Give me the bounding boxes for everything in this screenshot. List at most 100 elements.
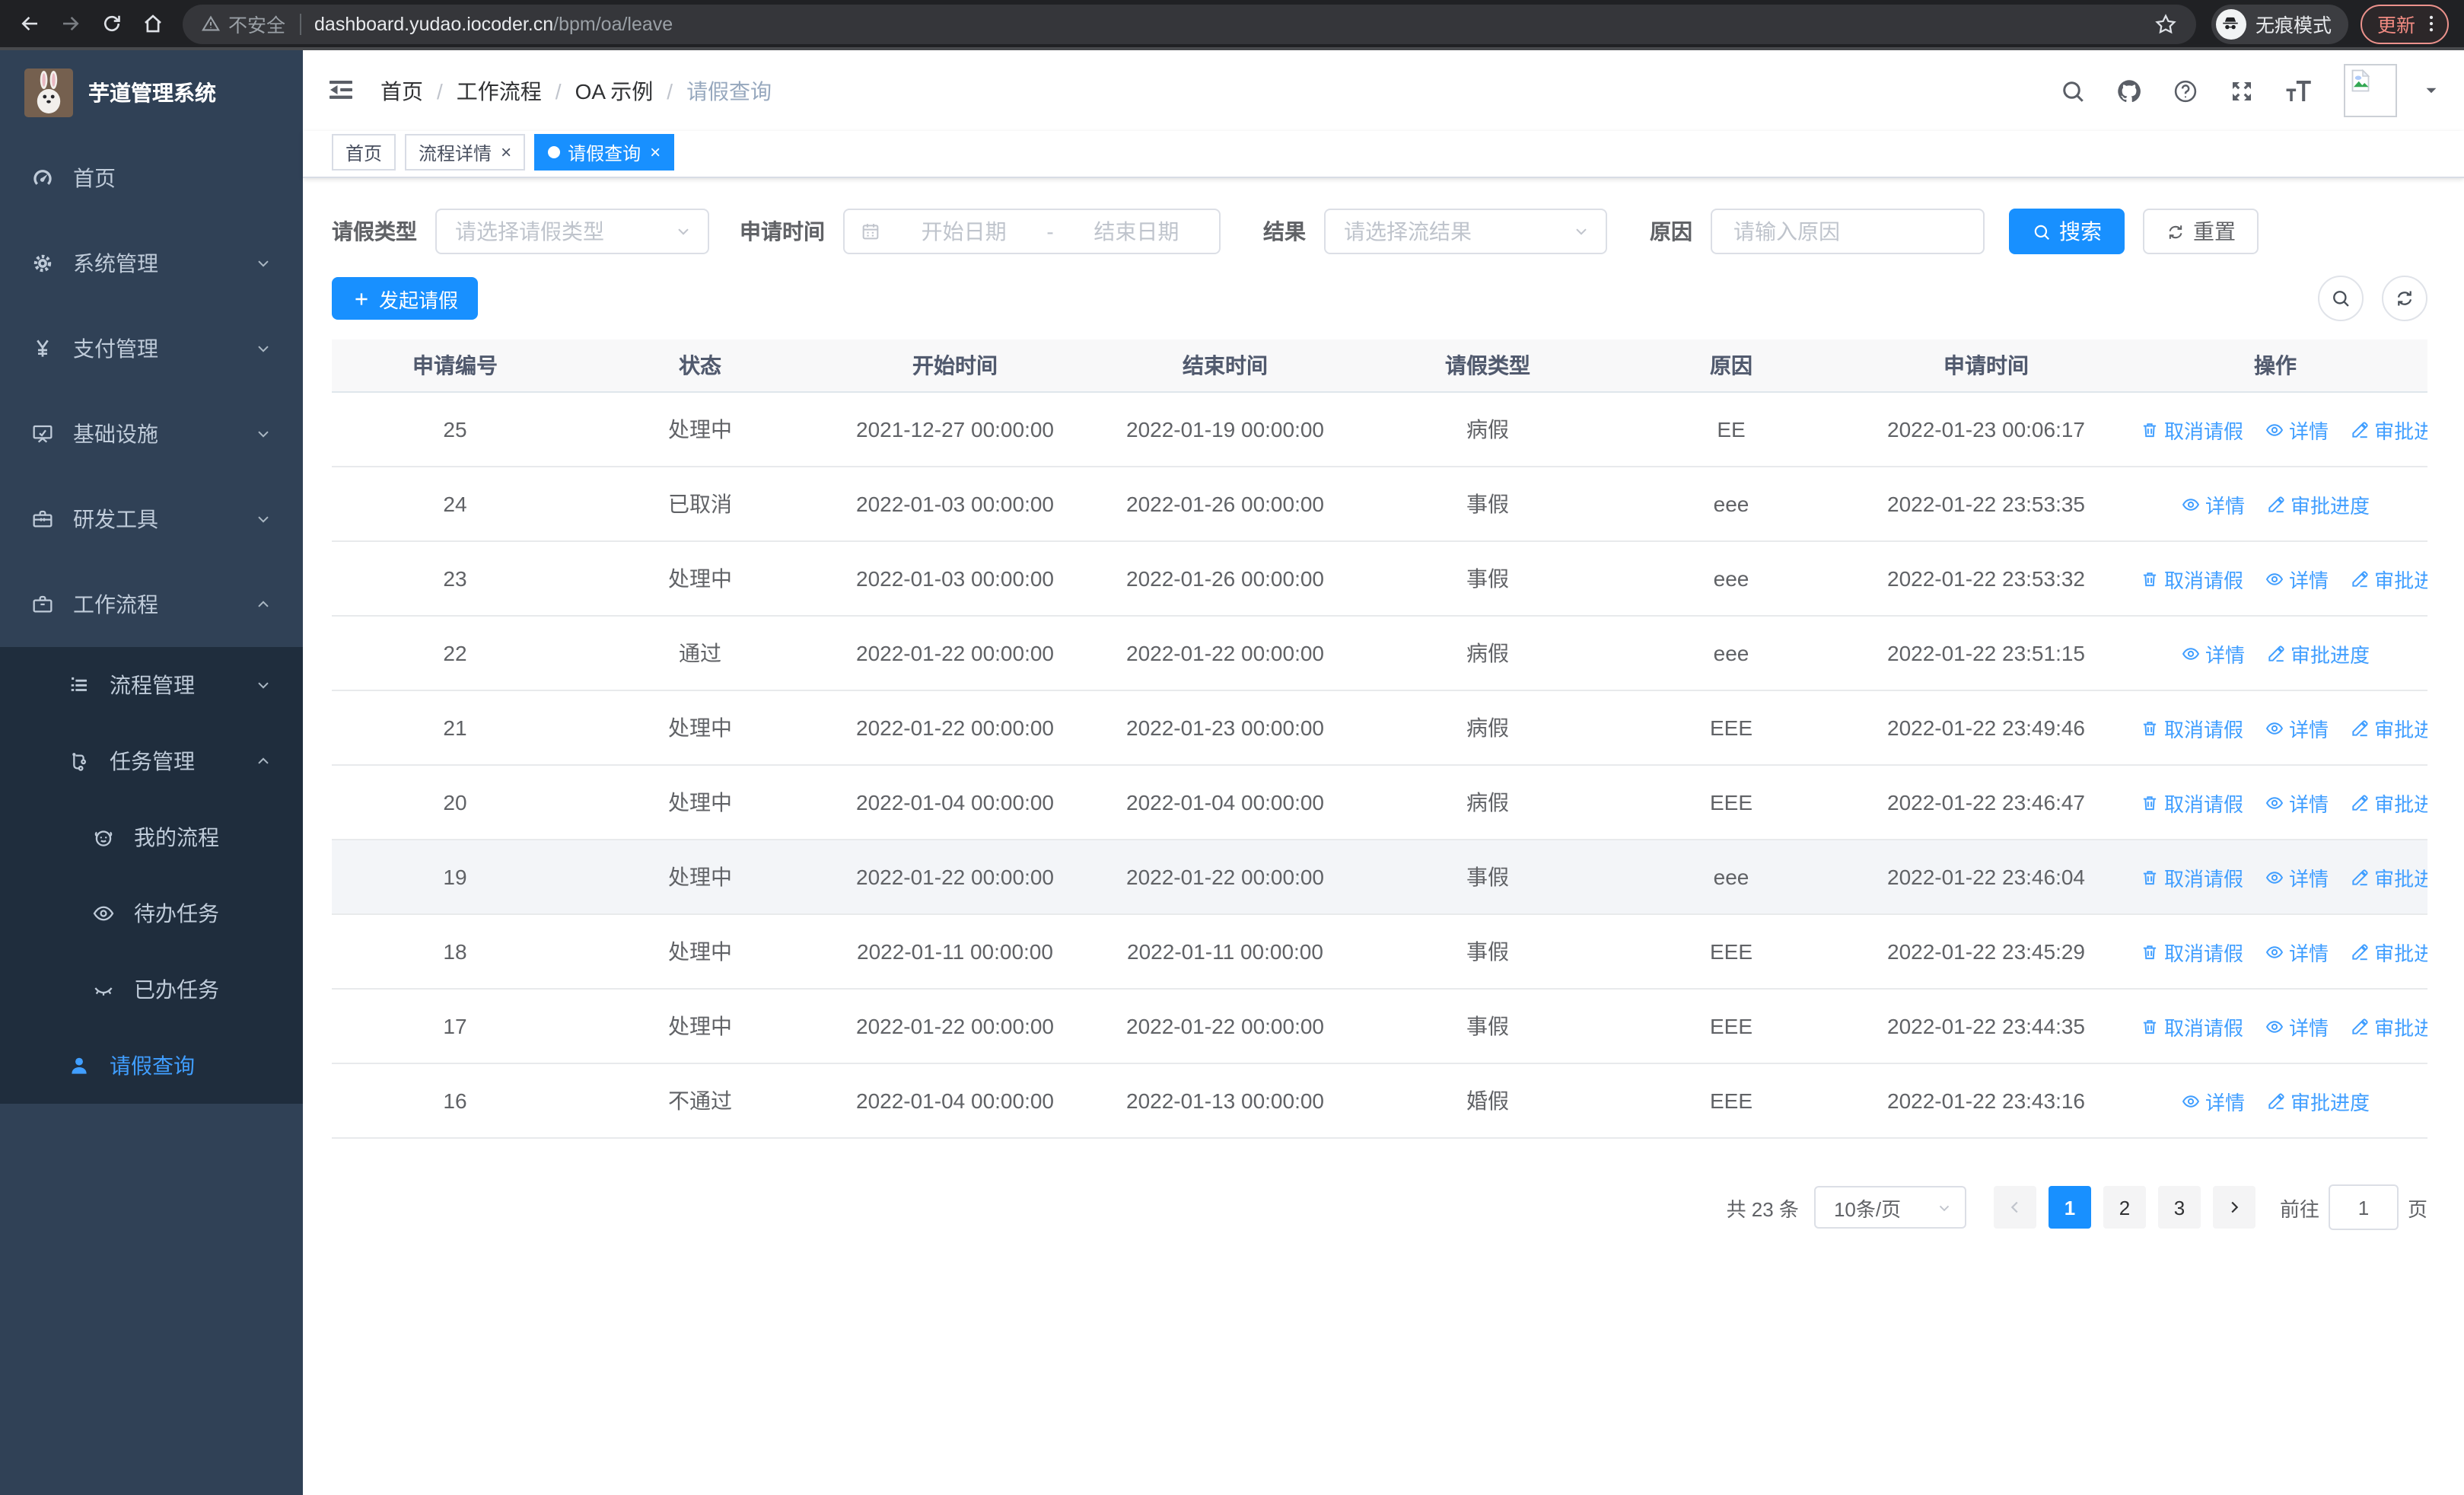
approval-progress-link[interactable]: 审批进度 — [2350, 415, 2427, 444]
detail-link[interactable]: 详情 — [2265, 937, 2329, 966]
page-size-select[interactable]: 10条/页 — [1813, 1186, 1966, 1229]
app-logo[interactable]: 芋道管理系统 — [0, 50, 303, 135]
sidebar-item-请假查询[interactable]: 请假查询 — [0, 1028, 303, 1104]
action-label: 审批进度 — [2374, 867, 2427, 890]
sidebar-item-系统管理[interactable]: 系统管理 — [0, 221, 303, 306]
cell-end-time: 2022-01-19 00:00:00 — [1088, 392, 1362, 467]
cancel-leave-link[interactable]: 取消请假 — [2140, 788, 2243, 817]
tab-流程详情[interactable]: 流程详情 × — [405, 134, 526, 171]
cell-status: 处理中 — [578, 765, 822, 840]
page-button-3[interactable]: 3 — [2157, 1186, 2201, 1229]
approval-progress-link[interactable]: 审批进度 — [2350, 862, 2427, 891]
browser-forward-button[interactable] — [50, 3, 91, 44]
textsize-icon — [2282, 75, 2314, 107]
cell-start-time: 2022-01-22 00:00:00 — [822, 616, 1088, 691]
goto-page-input[interactable] — [2328, 1184, 2399, 1230]
page-button-1[interactable]: 1 — [2048, 1186, 2091, 1229]
breadcrumb-item[interactable]: OA 示例 — [575, 75, 654, 106]
leave-type-select[interactable]: 请选择请假类型 — [435, 209, 709, 254]
result-select[interactable]: 请选择流结果 — [1324, 209, 1607, 254]
detail-link[interactable]: 详情 — [2265, 564, 2329, 593]
create-leave-button[interactable]: 发起请假 — [332, 277, 479, 320]
detail-link[interactable]: 详情 — [2181, 1086, 2245, 1115]
browser-back-button[interactable] — [9, 3, 50, 44]
sidebar-fold-button[interactable] — [326, 74, 359, 107]
cell-reason: eee — [1613, 541, 1849, 617]
reset-button[interactable]: 重置 — [2143, 209, 2259, 254]
cell-request-id: 19 — [332, 840, 578, 915]
cell-apply-time: 2022-01-22 23:53:32 — [1849, 541, 2123, 617]
table-row: 23 处理中 2022-01-03 00:00:00 2022-01-26 00:00… — [332, 541, 2427, 617]
next-page-button[interactable] — [2212, 1186, 2255, 1229]
cancel-leave-link[interactable]: 取消请假 — [2140, 1012, 2243, 1041]
address-bar[interactable]: 不安全 dashboard.yudao.iocoder.cn /bpm/oa/l… — [183, 4, 2196, 43]
sidebar-item-待办任务[interactable]: 待办任务 — [0, 875, 303, 952]
cell-reason: EEE — [1613, 1063, 1849, 1139]
prev-page-button[interactable] — [1993, 1186, 2036, 1229]
cell-end-time: 2022-01-22 00:00:00 — [1088, 616, 1362, 691]
approval-progress-link[interactable]: 审批进度 — [2266, 1086, 2370, 1115]
cancel-leave-link[interactable]: 取消请假 — [2140, 415, 2243, 444]
toggle-search-button[interactable] — [2318, 276, 2364, 321]
column-header: 申请时间 — [1849, 339, 2123, 393]
browser-menu-icon[interactable] — [2420, 12, 2443, 35]
tab-首页[interactable]: 首页 — [332, 134, 396, 171]
detail-link[interactable]: 详情 — [2265, 415, 2329, 444]
detail-link[interactable]: 详情 — [2181, 639, 2245, 668]
chevron-down-icon — [254, 425, 272, 443]
edit-icon — [2266, 494, 2286, 514]
detail-link[interactable]: 详情 — [2265, 713, 2329, 742]
cancel-leave-link[interactable]: 取消请假 — [2140, 862, 2243, 891]
approval-progress-link[interactable]: 审批进度 — [2266, 639, 2370, 668]
sidebar-item-支付管理[interactable]: 支付管理 — [0, 306, 303, 391]
sidebar-item-研发工具[interactable]: 研发工具 — [0, 477, 303, 562]
cancel-leave-link[interactable]: 取消请假 — [2140, 713, 2243, 742]
search-button[interactable]: 搜索 — [2009, 209, 2125, 254]
breadcrumb-item[interactable]: 工作流程 — [457, 75, 542, 106]
approval-progress-link[interactable]: 审批进度 — [2266, 489, 2370, 518]
tab-请假查询[interactable]: 请假查询 × — [534, 134, 675, 171]
sidebar-item-我的流程[interactable]: 我的流程 — [0, 799, 303, 875]
sidebar-item-流程管理[interactable]: 流程管理 — [0, 647, 303, 723]
cell-status: 处理中 — [578, 392, 822, 467]
sidebar-item-已办任务[interactable]: 已办任务 — [0, 952, 303, 1028]
sidebar-item-工作流程[interactable]: 工作流程 — [0, 562, 303, 647]
font-size-button[interactable] — [2281, 74, 2315, 107]
browser-home-button[interactable] — [132, 3, 173, 44]
refresh-table-button[interactable] — [2382, 276, 2427, 321]
github-link[interactable] — [2112, 74, 2146, 107]
avatar-dropdown-caret-icon[interactable] — [2423, 82, 2440, 99]
reason-input[interactable] — [1730, 218, 1965, 245]
breadcrumb-item: 请假查询 — [686, 78, 772, 103]
user-avatar[interactable] — [2344, 64, 2397, 117]
sidebar-item-基础设施[interactable]: 基础设施 — [0, 391, 303, 477]
action-label: 详情 — [2289, 718, 2329, 741]
url-domain: dashboard.yudao.iocoder.cn — [314, 13, 554, 34]
approval-progress-link[interactable]: 审批进度 — [2350, 1012, 2427, 1041]
action-label: 详情 — [2289, 867, 2329, 890]
approval-progress-link[interactable]: 审批进度 — [2350, 788, 2427, 817]
help-button[interactable] — [2169, 74, 2202, 107]
tab-close-icon[interactable]: × — [650, 143, 661, 161]
cancel-leave-link[interactable]: 取消请假 — [2140, 937, 2243, 966]
detail-link[interactable]: 详情 — [2265, 788, 2329, 817]
sidebar-item-任务管理[interactable]: 任务管理 — [0, 723, 303, 799]
approval-progress-link[interactable]: 审批进度 — [2350, 937, 2427, 966]
fullscreen-button[interactable] — [2225, 74, 2259, 107]
sidebar-item-首页[interactable]: 首页 — [0, 135, 303, 221]
cancel-leave-link[interactable]: 取消请假 — [2140, 564, 2243, 593]
trash-icon — [2140, 867, 2160, 887]
header-search-button[interactable] — [2056, 74, 2090, 107]
detail-link[interactable]: 详情 — [2265, 862, 2329, 891]
tab-close-icon[interactable]: × — [501, 143, 511, 161]
apply-time-range-picker[interactable]: 开始日期 - 结束日期 — [843, 209, 1221, 254]
browser-reload-button[interactable] — [91, 3, 132, 44]
browser-update-button[interactable]: 更新 — [2360, 4, 2449, 43]
approval-progress-link[interactable]: 审批进度 — [2350, 564, 2427, 593]
approval-progress-link[interactable]: 审批进度 — [2350, 713, 2427, 742]
breadcrumb-item[interactable]: 首页 — [380, 75, 423, 106]
detail-link[interactable]: 详情 — [2265, 1012, 2329, 1041]
page-button-2[interactable]: 2 — [2103, 1186, 2146, 1229]
detail-link[interactable]: 详情 — [2181, 489, 2245, 518]
bookmark-star-icon[interactable] — [2154, 11, 2178, 36]
